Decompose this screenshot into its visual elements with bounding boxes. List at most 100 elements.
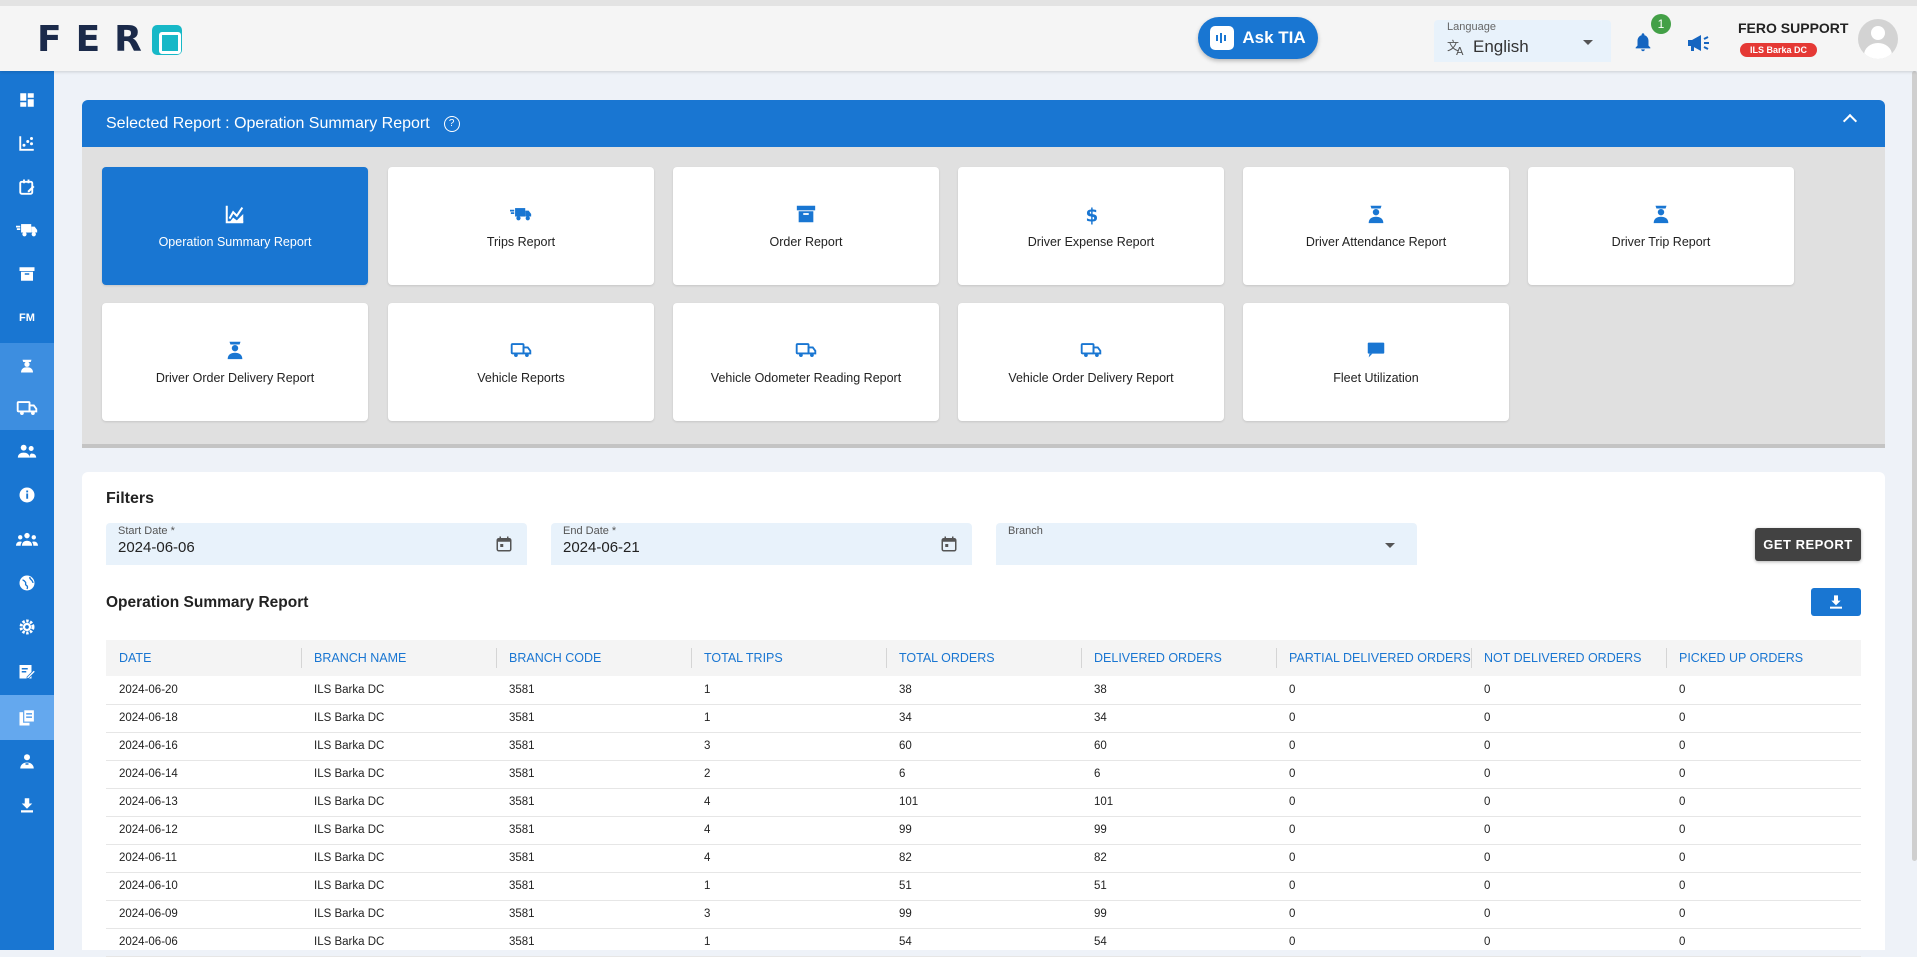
fero-logo[interactable]: FER xyxy=(37,19,182,60)
page-scrollbar[interactable] xyxy=(1912,71,1917,861)
sidebar-item-globe[interactable] xyxy=(0,563,54,603)
sidebar-item-users[interactable] xyxy=(0,431,54,471)
info-icon xyxy=(19,487,35,503)
table-row: 2024-06-14 ILS Barka DC 3581 2 6 6 0 0 0 xyxy=(106,760,1861,789)
calendar-icon[interactable] xyxy=(495,535,513,553)
report-selection-panel: Selected Report : Operation Summary Repo… xyxy=(82,100,1885,448)
report-card-vehicle-odometer[interactable]: Vehicle Odometer Reading Report xyxy=(673,303,939,421)
table-row: 2024-06-10 ILS Barka DC 3581 1 51 51 0 0 0 xyxy=(106,872,1861,901)
table-cell: ILS Barka DC xyxy=(301,676,496,705)
column-header[interactable]: DELIVERED ORDERS xyxy=(1081,640,1276,676)
dashboard-icon xyxy=(20,93,34,107)
table-cell: 2024-06-18 xyxy=(106,704,301,733)
report-card-driver-expense[interactable]: $ Driver Expense Report xyxy=(958,167,1224,285)
table-cell: 3 xyxy=(691,900,886,929)
sidebar-item-reports[interactable] xyxy=(0,695,54,740)
table-cell: 0 xyxy=(1666,816,1861,845)
table-cell: 3581 xyxy=(496,732,691,761)
table-cell: 2 xyxy=(691,760,886,789)
start-date-label: Start Date * xyxy=(118,525,175,537)
table-row: 2024-06-18 ILS Barka DC 3581 1 34 34 0 0 0 xyxy=(106,704,1861,733)
column-header[interactable]: PARTIAL DELIVERED ORDERS xyxy=(1276,640,1471,676)
panel-header[interactable]: Selected Report : Operation Summary Repo… xyxy=(82,100,1885,147)
end-date-value: 2024-06-21 xyxy=(563,539,640,556)
branch-select[interactable]: Branch xyxy=(996,523,1417,565)
ask-tia-button[interactable]: Ask TIA xyxy=(1198,17,1318,59)
logo-text: FER xyxy=(37,19,156,60)
report-card-fleet-utilization[interactable]: Fleet Utilization xyxy=(1243,303,1509,421)
table-cell: 1 xyxy=(691,928,886,957)
dollar-icon: $ xyxy=(1086,205,1099,225)
end-date-field[interactable]: End Date * 2024-06-21 xyxy=(551,523,972,565)
table-cell: 3581 xyxy=(496,676,691,705)
user-name: FERO SUPPORT xyxy=(1738,20,1849,36)
table-cell: 0 xyxy=(1666,760,1861,789)
column-header[interactable]: BRANCH NAME xyxy=(301,640,496,676)
table-row: 2024-06-20 ILS Barka DC 3581 1 38 38 0 0 0 xyxy=(106,676,1861,705)
truck-icon xyxy=(1080,343,1102,357)
chevron-up-icon[interactable] xyxy=(1842,113,1858,129)
sidebar-item-vehicles[interactable] xyxy=(0,386,54,430)
table-cell: ILS Barka DC xyxy=(301,704,496,733)
table-cell: 0 xyxy=(1276,732,1471,761)
table-cell: ILS Barka DC xyxy=(301,760,496,789)
table-cell: 0 xyxy=(1276,676,1471,705)
table-cell: 0 xyxy=(1276,928,1471,957)
sidebar-item-dashboard[interactable] xyxy=(0,80,54,120)
sidebar-item-team[interactable] xyxy=(0,519,54,559)
table-cell: 0 xyxy=(1666,676,1861,705)
report-card-vehicle-reports[interactable]: Vehicle Reports xyxy=(388,303,654,421)
download-icon xyxy=(1830,595,1842,609)
sidebar-item-orders[interactable] xyxy=(0,254,54,294)
report-card-driver-trip[interactable]: Driver Trip Report xyxy=(1528,167,1794,285)
sidebar-item-settings[interactable] xyxy=(0,607,54,647)
report-card-trips[interactable]: Trips Report xyxy=(388,167,654,285)
megaphone-icon[interactable] xyxy=(1686,33,1710,53)
table-cell: 3 xyxy=(691,732,886,761)
table-body: 2024-06-20 ILS Barka DC 3581 1 38 38 0 0 0 2024-0… xyxy=(106,676,1861,957)
report-card-driver-order-delivery[interactable]: Driver Order Delivery Report xyxy=(102,303,368,421)
table-cell: 2024-06-12 xyxy=(106,816,301,845)
calendar-icon[interactable] xyxy=(940,535,958,553)
sidebar-item-person[interactable] xyxy=(0,741,54,781)
selected-report-title: Selected Report : Operation Summary Repo… xyxy=(106,114,430,132)
sidebar-item-schedule[interactable] xyxy=(0,167,54,207)
bell-icon[interactable] xyxy=(1632,31,1654,53)
sidebar-item-analytics[interactable] xyxy=(0,123,54,163)
report-card-driver-attendance[interactable]: Driver Attendance Report xyxy=(1243,167,1509,285)
language-select[interactable]: Language 文A English xyxy=(1434,20,1611,62)
sidebar-item-trips[interactable] xyxy=(0,210,54,250)
table-cell: 51 xyxy=(886,872,1081,901)
table-cell: 3581 xyxy=(496,788,691,817)
table-cell: 2024-06-06 xyxy=(106,928,301,957)
help-icon[interactable]: ? xyxy=(443,115,460,132)
sidebar-item-edit[interactable] xyxy=(0,651,54,691)
report-card-vehicle-order-delivery[interactable]: Vehicle Order Delivery Report xyxy=(958,303,1224,421)
sidebar-item-fm[interactable]: FM xyxy=(0,298,54,338)
svg-text:$: $ xyxy=(1086,205,1099,225)
column-header[interactable]: DATE xyxy=(106,640,301,676)
report-card-order[interactable]: Order Report xyxy=(673,167,939,285)
table-cell: 0 xyxy=(1471,872,1666,901)
table-cell: ILS Barka DC xyxy=(301,816,496,845)
column-header[interactable]: TOTAL TRIPS xyxy=(691,640,886,676)
card-label: Fleet Utilization xyxy=(1333,371,1419,385)
start-date-field[interactable]: Start Date * 2024-06-06 xyxy=(106,523,527,565)
sidebar-item-download[interactable] xyxy=(0,785,54,825)
fm-label: FM xyxy=(19,312,35,324)
sidebar-item-drivers[interactable] xyxy=(0,343,54,386)
table-cell: 0 xyxy=(1276,872,1471,901)
sidebar-item-info[interactable] xyxy=(0,475,54,515)
column-header[interactable]: PICKED UP ORDERS xyxy=(1666,640,1861,676)
column-header[interactable]: TOTAL ORDERS xyxy=(886,640,1081,676)
download-button[interactable] xyxy=(1811,588,1861,616)
table-cell: 0 xyxy=(1471,788,1666,817)
column-header[interactable]: BRANCH CODE xyxy=(496,640,691,676)
table-cell: 82 xyxy=(1081,844,1276,873)
column-header[interactable]: NOT DELIVERED ORDERS xyxy=(1471,640,1666,676)
get-report-button[interactable]: GET REPORT xyxy=(1755,528,1861,561)
table-cell: 101 xyxy=(886,788,1081,817)
table-cell: 0 xyxy=(1666,732,1861,761)
avatar[interactable] xyxy=(1858,19,1898,59)
report-card-operation-summary[interactable]: Operation Summary Report xyxy=(102,167,368,285)
